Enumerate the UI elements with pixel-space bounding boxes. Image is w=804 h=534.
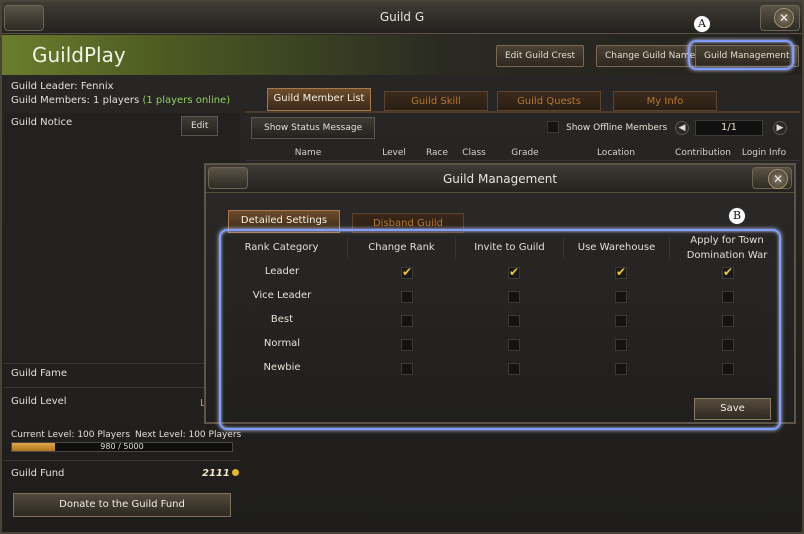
guild-leader: Guild Leader: Fennix bbox=[11, 81, 114, 92]
tab-guild-skill[interactable]: Guild Skill bbox=[384, 91, 488, 111]
guild-notice-label: Guild Notice bbox=[11, 117, 73, 128]
callout-a-marker: A bbox=[693, 15, 711, 33]
show-status-message-button[interactable]: Show Status Message bbox=[251, 117, 376, 139]
col-location: Location bbox=[596, 148, 636, 158]
show-offline-members-label: Show Offline Members bbox=[566, 123, 668, 133]
dialog-title: Guild Management bbox=[206, 165, 794, 193]
tab-underline bbox=[245, 111, 800, 113]
edit-notice-button[interactable]: Edit bbox=[181, 116, 219, 136]
divider bbox=[4, 460, 240, 461]
gold-coin-icon bbox=[231, 469, 239, 476]
window-title: Guild G bbox=[379, 10, 425, 24]
col-name: Name bbox=[294, 148, 322, 158]
guild-name: GuildPlay bbox=[32, 43, 126, 67]
next-level: Next Level: 100 Players bbox=[135, 430, 242, 440]
col-class: Class bbox=[462, 148, 486, 158]
guild-fund-amount: 2111 bbox=[202, 468, 230, 479]
guild-fame-label: Guild Fame bbox=[11, 368, 68, 379]
page-next-icon[interactable]: ▶ bbox=[773, 121, 787, 135]
guild-fund-value: 2111 bbox=[202, 468, 239, 479]
show-offline-members-checkbox[interactable] bbox=[547, 121, 559, 133]
col-login-info: Login Info bbox=[741, 148, 787, 158]
tab-my-info[interactable]: My Info bbox=[613, 91, 717, 111]
current-level: Current Level: 100 Players bbox=[11, 430, 131, 440]
tab-guild-member-list[interactable]: Guild Member List bbox=[267, 88, 371, 111]
window-titlebar: Guild G ✕ bbox=[2, 2, 802, 34]
donate-button[interactable]: Donate to the Guild Fund bbox=[13, 493, 231, 517]
guild-members-count: Guild Members: 1 players bbox=[11, 95, 140, 106]
col-grade: Grade bbox=[511, 148, 539, 158]
progress-text: 980 / 5000 bbox=[100, 442, 144, 451]
page-prev-icon[interactable]: ◀ bbox=[675, 121, 689, 135]
guild-level-progress: 980 / 5000 bbox=[11, 442, 233, 452]
players-online: (1 players online) bbox=[142, 95, 231, 106]
dialog-close-icon[interactable]: ✕ bbox=[768, 169, 788, 189]
dialog-ornament-left bbox=[208, 167, 248, 189]
guild-fund-label: Guild Fund bbox=[11, 468, 65, 479]
guild-members: Guild Members: 1 players (1 players onli… bbox=[11, 95, 230, 106]
col-contribution: Contribution bbox=[675, 148, 731, 158]
col-race: Race bbox=[425, 148, 449, 158]
col-level: Level bbox=[382, 148, 406, 158]
guild-banner: GuildPlay Edit Guild Crest Change Guild … bbox=[2, 35, 802, 75]
callout-b-highlight bbox=[219, 229, 781, 430]
guild-level-label: Guild Level bbox=[11, 396, 67, 407]
edit-guild-crest-button[interactable]: Edit Guild Crest bbox=[496, 45, 585, 67]
close-icon[interactable]: ✕ bbox=[774, 8, 794, 28]
tab-guild-quests[interactable]: Guild Quests bbox=[497, 91, 601, 111]
callout-b-marker: B bbox=[728, 207, 746, 225]
callout-a-highlight bbox=[688, 40, 794, 70]
page-indicator: 1/1 bbox=[695, 120, 763, 136]
